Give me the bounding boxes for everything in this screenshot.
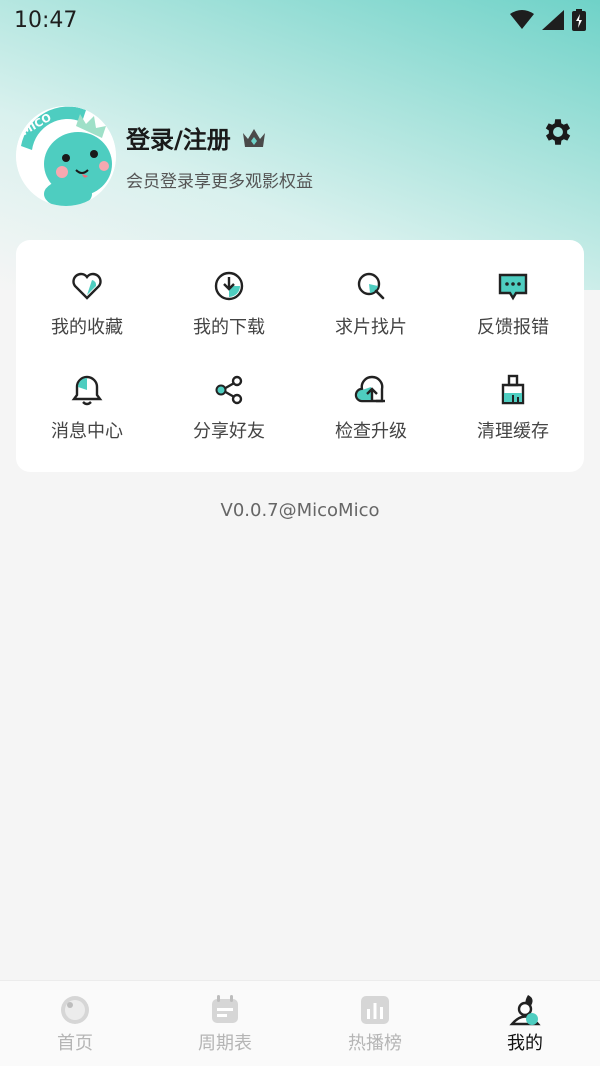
- settings-button[interactable]: [540, 114, 576, 150]
- profile-section[interactable]: MICO 登录/注册 会员登录享更多观影权益: [16, 106, 584, 206]
- profile-subtitle: 会员登录享更多观影权益: [126, 172, 313, 192]
- feature-menu-card: 我的收藏 我的下载 求片找片 反馈报错 消息中心 分享好友 检查升级 清理缓存: [16, 240, 584, 472]
- menu-item-share[interactable]: 分享好友: [158, 356, 300, 460]
- nav-item-trending[interactable]: 热播榜: [300, 993, 450, 1055]
- menu-item-request[interactable]: 求片找片: [300, 252, 442, 356]
- menu-item-upgrade[interactable]: 检查升级: [300, 356, 442, 460]
- nav-item-mine[interactable]: 我的: [450, 993, 600, 1055]
- home-icon: [61, 995, 89, 1024]
- chart-icon: [361, 995, 389, 1024]
- status-time: 10:47: [14, 7, 78, 33]
- menu-item-messages[interactable]: 消息中心: [16, 356, 158, 460]
- share-icon: [215, 375, 243, 405]
- login-register-link[interactable]: 登录/注册: [126, 120, 231, 155]
- feedback-icon: [498, 273, 528, 301]
- menu-item-favorites[interactable]: 我的收藏: [16, 252, 158, 356]
- search-icon: [357, 272, 385, 300]
- nav-item-schedule[interactable]: 周期表: [150, 993, 300, 1055]
- menu-item-downloads[interactable]: 我的下载: [158, 252, 300, 356]
- battery-icon: [572, 9, 586, 31]
- status-bar: 10:47: [0, 0, 600, 40]
- version-label: V0.0.7@MicoMico: [220, 500, 380, 521]
- calendar-icon: [212, 994, 238, 1023]
- broom-icon: [501, 374, 525, 405]
- gear-icon: [545, 119, 571, 145]
- avatar[interactable]: MICO: [16, 106, 116, 206]
- bell-icon: [71, 375, 103, 406]
- menu-item-clear-cache[interactable]: 清理缓存: [442, 356, 584, 460]
- heart-icon: [72, 272, 102, 300]
- download-icon: [214, 271, 244, 301]
- bottom-nav: 首页 周期表 热播榜 我的: [0, 980, 600, 1066]
- upgrade-icon: [354, 375, 385, 403]
- profile-icon: [509, 994, 541, 1025]
- cellular-icon: [542, 10, 564, 30]
- nav-item-home[interactable]: 首页: [0, 993, 150, 1055]
- wifi-icon: [510, 10, 534, 29]
- status-icons: [510, 9, 586, 31]
- crown-icon: [242, 128, 265, 147]
- menu-item-feedback[interactable]: 反馈报错: [442, 252, 584, 356]
